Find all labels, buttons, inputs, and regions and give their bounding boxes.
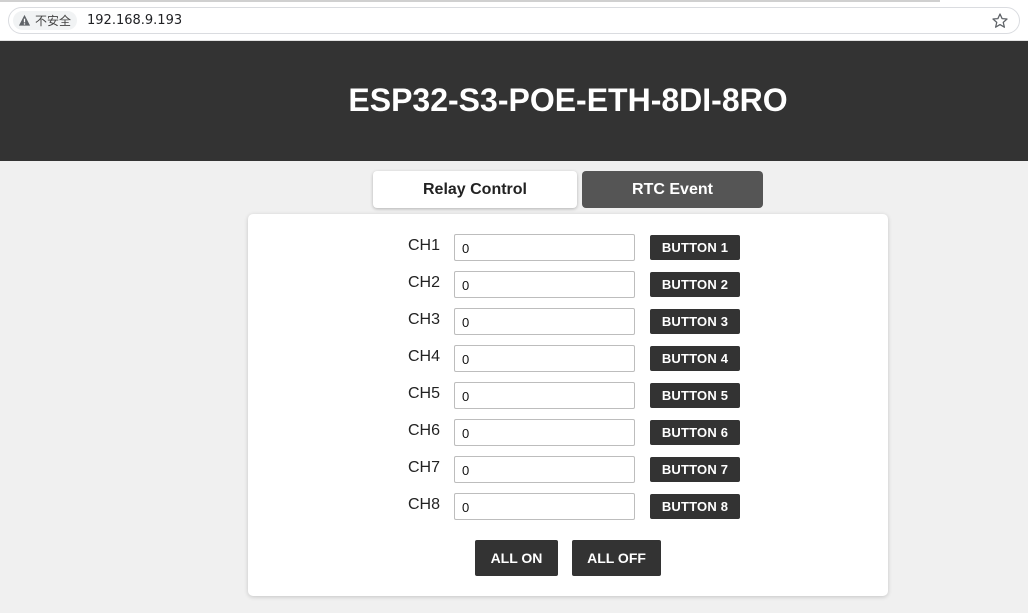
channel-label: CH4 <box>407 348 440 365</box>
page-title: ESP32-S3-POE-ETH-8DI-8RO <box>348 82 788 118</box>
channel-label: CH5 <box>407 385 440 402</box>
channel-toggle-button[interactable]: BUTTON 3 <box>650 309 740 334</box>
channel-value-input[interactable] <box>454 234 635 261</box>
channel-toggle-button[interactable]: BUTTON 8 <box>650 494 740 519</box>
relay-control-panel: CH1 BUTTON 1 CH2 BUTTON 2 CH3 BUTTON 3 C… <box>248 214 888 596</box>
tab-strip-edge <box>0 0 940 2</box>
tab-rtc-event[interactable]: RTC Event <box>582 171 763 208</box>
warning-triangle-icon <box>18 14 31 26</box>
channel-value-input[interactable] <box>454 493 635 520</box>
channel-toggle-button[interactable]: BUTTON 6 <box>650 420 740 445</box>
channel-toggle-button[interactable]: BUTTON 2 <box>650 272 740 297</box>
channel-row: CH6 BUTTON 6 <box>248 419 888 446</box>
security-label: 不安全 <box>35 14 72 28</box>
channel-value-input[interactable] <box>454 419 635 446</box>
channel-value-input[interactable] <box>454 308 635 335</box>
channel-value-input[interactable] <box>454 456 635 483</box>
url-text[interactable]: 192.168.9.193 <box>87 13 182 28</box>
channel-row: CH8 BUTTON 8 <box>248 493 888 520</box>
channel-row: CH2 BUTTON 2 <box>248 271 888 298</box>
browser-toolbar: 不安全 192.168.9.193 <box>0 0 1028 41</box>
channel-value-input[interactable] <box>454 382 635 409</box>
tab-relay-control[interactable]: Relay Control <box>373 171 577 208</box>
channel-label: CH3 <box>407 311 440 328</box>
channel-value-input[interactable] <box>454 345 635 372</box>
channel-row: CH5 BUTTON 5 <box>248 382 888 409</box>
channel-label: CH7 <box>407 459 440 476</box>
address-bar[interactable]: 不安全 192.168.9.193 <box>8 7 1020 34</box>
channel-row: CH7 BUTTON 7 <box>248 456 888 483</box>
channel-label: CH8 <box>407 496 440 513</box>
channel-toggle-button[interactable]: BUTTON 5 <box>650 383 740 408</box>
security-indicator[interactable]: 不安全 <box>13 11 78 30</box>
all-on-button[interactable]: ALL ON <box>475 540 558 576</box>
all-off-button[interactable]: ALL OFF <box>572 540 661 576</box>
channel-value-input[interactable] <box>454 271 635 298</box>
channel-label: CH2 <box>407 274 440 291</box>
page-header: ESP32-S3-POE-ETH-8DI-8RO <box>0 41 1028 161</box>
channel-row: CH3 BUTTON 3 <box>248 308 888 335</box>
channel-toggle-button[interactable]: BUTTON 1 <box>650 235 740 260</box>
channel-label: CH6 <box>407 422 440 439</box>
channel-row: CH4 BUTTON 4 <box>248 345 888 372</box>
star-icon[interactable] <box>991 12 1009 30</box>
channel-toggle-button[interactable]: BUTTON 7 <box>650 457 740 482</box>
channel-row: CH1 BUTTON 1 <box>248 234 888 261</box>
channel-label: CH1 <box>407 237 440 254</box>
channel-toggle-button[interactable]: BUTTON 4 <box>650 346 740 371</box>
